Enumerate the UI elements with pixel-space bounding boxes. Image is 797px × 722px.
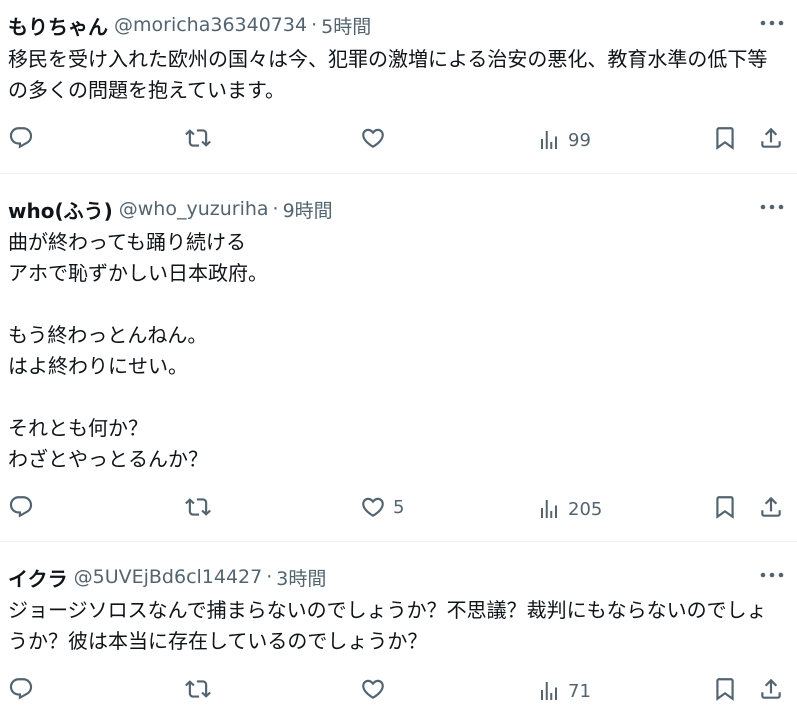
bookmark-button[interactable] (712, 124, 738, 152)
retweet-icon (185, 129, 211, 147)
heart-icon (362, 497, 384, 517)
tweet-header: もりちゃん @moricha36340734 · 5時間 (8, 10, 371, 40)
separator-dot: · (266, 566, 273, 588)
user-display-name[interactable]: イクラ (8, 563, 68, 592)
tweet-header: who(ふう) @who_yuzuriha · 9時間 (8, 194, 333, 224)
retweet-button[interactable] (185, 124, 211, 152)
bookmark-button[interactable] (712, 493, 738, 521)
view-count: 205 (568, 498, 603, 520)
analytics-icon (541, 500, 557, 518)
share-icon (761, 127, 781, 148)
tweet-timestamp[interactable]: 9時間 (283, 196, 333, 223)
more-options-button[interactable] (759, 196, 785, 218)
analytics-icon (541, 682, 557, 700)
user-handle[interactable]: @5UVEjBd6cl14427 (74, 566, 263, 588)
reply-button[interactable] (8, 124, 34, 152)
tweet-timestamp[interactable]: 5時間 (321, 12, 371, 39)
views-button[interactable]: 99 (537, 126, 591, 154)
view-count: 71 (568, 680, 591, 702)
retweet-button[interactable] (185, 675, 211, 703)
retweet-icon (185, 680, 211, 698)
more-options-button[interactable] (759, 12, 785, 34)
reply-icon (9, 678, 33, 700)
separator-dot: · (272, 198, 279, 220)
reply-button[interactable] (8, 675, 34, 703)
reply-icon (9, 496, 33, 518)
more-horizontal-icon (760, 204, 784, 210)
heart-icon (362, 679, 384, 699)
more-horizontal-icon (760, 572, 784, 578)
analytics-icon (541, 131, 557, 149)
separator-dot: · (311, 14, 318, 36)
reply-button[interactable] (8, 493, 34, 521)
tweet[interactable]: who(ふう) @who_yuzuriha · 9時間 曲が終わっても踊り続ける… (0, 174, 797, 542)
like-count: 5 (393, 496, 405, 518)
like-button[interactable] (360, 675, 393, 703)
reply-icon (9, 127, 33, 149)
more-horizontal-icon (760, 20, 784, 26)
tweet-text: 曲が終わっても踊り続ける アホで恥ずかしい日本政府。 もう終わっとんねん。 はよ… (8, 230, 268, 471)
user-display-name[interactable]: who(ふう) (8, 195, 113, 224)
tweet-text: 移民を受け入れた欧州の国々は今、犯罪の激増による治安の悪化、教育水準の低下等の多… (8, 47, 768, 102)
tweet-text: ジョージソロスなんで捕まらないのでしょうか？不思議？裁判にもならないのでしょうか… (8, 598, 767, 653)
views-button[interactable]: 71 (537, 677, 591, 705)
tweet[interactable]: もりちゃん @moricha36340734 · 5時間 移民を受け入れた欧州の… (0, 0, 797, 174)
tweet-header: イクラ @5UVEjBd6cl14427 · 3時間 (8, 562, 326, 592)
like-button[interactable]: 5 (360, 493, 404, 521)
user-handle[interactable]: @who_yuzuriha (119, 198, 269, 220)
bookmark-icon (716, 127, 734, 150)
view-count: 99 (568, 129, 591, 151)
heart-icon (362, 128, 384, 148)
bookmark-icon (716, 496, 734, 519)
tweet-timestamp[interactable]: 3時間 (276, 564, 326, 591)
share-button[interactable] (758, 493, 784, 521)
retweet-button[interactable] (185, 493, 211, 521)
user-display-name[interactable]: もりちゃん (8, 11, 108, 40)
share-button[interactable] (758, 675, 784, 703)
more-options-button[interactable] (759, 564, 785, 586)
views-button[interactable]: 205 (537, 495, 602, 523)
share-icon (761, 678, 781, 699)
user-handle[interactable]: @moricha36340734 (114, 14, 307, 36)
retweet-icon (185, 498, 211, 516)
tweet[interactable]: イクラ @5UVEjBd6cl14427 · 3時間 ジョージソロスなんで捕まら… (0, 542, 797, 722)
share-button[interactable] (758, 124, 784, 152)
like-button[interactable] (360, 124, 393, 152)
bookmark-button[interactable] (712, 675, 738, 703)
bookmark-icon (716, 678, 734, 701)
share-icon (761, 496, 781, 517)
